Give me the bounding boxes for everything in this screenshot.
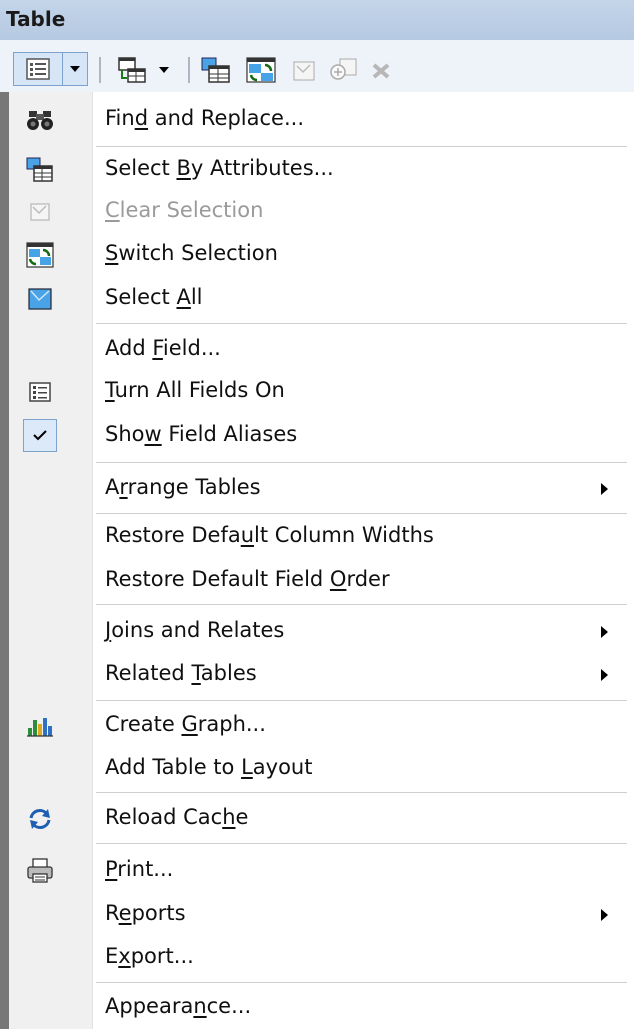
select-by-attributes-icon [25, 155, 55, 185]
submenu-arrow-icon [601, 483, 608, 495]
submenu-arrow-icon [601, 669, 608, 681]
select-by-attributes-icon [200, 56, 232, 84]
menu-item-label: Add Table to Layout [105, 755, 313, 779]
menu-item-export[interactable]: Export... [9, 938, 626, 978]
menu-item-turn-all-fields-on[interactable]: Turn All Fields On [9, 372, 626, 412]
clear-selection-button[interactable] [289, 56, 319, 86]
menu-item-label: Find and Replace... [105, 106, 304, 130]
bar-chart-icon [25, 711, 55, 741]
menu-separator [96, 843, 627, 844]
table-window: Table Find and Replace... Select By Attr… [0, 0, 634, 1029]
table-options-dropdown-button[interactable] [62, 52, 88, 86]
zoom-to-selected-icon [328, 57, 358, 83]
toolbar-separator [188, 57, 190, 83]
menu-item-label: Restore Default Column Widths [105, 523, 434, 547]
menu-left-border [0, 92, 9, 1029]
menu-item-label: Arrange Tables [105, 475, 261, 499]
title-bar: Table [0, 0, 634, 40]
menu-item-label: Reports [105, 901, 186, 925]
menu-item-clear-selection[interactable]: Clear Selection [9, 192, 626, 232]
table-options-button[interactable] [13, 52, 63, 86]
menu-item-show-field-aliases[interactable]: Show Field Aliases [9, 416, 626, 456]
menu-item-joins-and-relates[interactable]: Joins and Relates [9, 612, 626, 652]
menu-item-related-tables[interactable]: Related Tables [9, 655, 626, 695]
menu-item-reports[interactable]: Reports [9, 895, 626, 935]
menu-item-appearance[interactable]: Appearance... [9, 988, 626, 1028]
menu-separator [96, 792, 627, 793]
menu-item-label: Print... [105, 857, 174, 881]
chevron-down-icon [69, 65, 81, 73]
delete-icon [370, 61, 392, 81]
fields-list-icon [25, 377, 55, 407]
menu-item-add-field[interactable]: Add Field... [9, 330, 626, 370]
switch-selection-icon [245, 56, 277, 84]
related-tables-icon [116, 56, 148, 84]
menu-item-arrange-tables[interactable]: Arrange Tables [9, 469, 626, 509]
menu-item-label: Restore Default Field Order [105, 567, 390, 591]
checkmark-icon [32, 426, 48, 445]
table-options-icon [26, 58, 50, 80]
menu-item-find-and-replace[interactable]: Find and Replace... [9, 100, 626, 140]
menu-item-label: Joins and Relates [105, 618, 285, 642]
menu-item-add-table-to-layout[interactable]: Add Table to Layout [9, 749, 626, 789]
menu-item-label: Select By Attributes... [105, 156, 334, 180]
menu-item-switch-selection[interactable]: Switch Selection [9, 235, 626, 275]
menu-item-select-all[interactable]: Select All [9, 279, 626, 319]
clear-selection-icon [25, 197, 55, 227]
menu-separator [96, 462, 627, 463]
switch-selection-button[interactable] [241, 54, 281, 86]
select-by-attributes-button[interactable] [196, 54, 236, 86]
reload-icon [25, 804, 55, 834]
menu-item-label: Switch Selection [105, 241, 278, 265]
related-tables-button[interactable] [112, 54, 152, 86]
clear-selection-icon [293, 61, 315, 81]
menu-item-reload-cache[interactable]: Reload Cache [9, 799, 626, 839]
submenu-arrow-icon [601, 909, 608, 921]
menu-separator [96, 982, 627, 983]
zoom-to-selected-button[interactable] [325, 55, 361, 85]
toolbar-separator [99, 57, 101, 83]
menu-item-label: Clear Selection [105, 198, 264, 222]
menu-item-label: Related Tables [105, 661, 257, 685]
menu-item-label: Turn All Fields On [105, 378, 285, 402]
menu-separator [96, 604, 627, 605]
menu-item-label: Reload Cache [105, 805, 249, 829]
menu-item-label: Add Field... [105, 336, 221, 360]
menu-item-print[interactable]: Print... [9, 851, 626, 891]
checked-indicator [23, 419, 57, 452]
menu-separator [96, 700, 627, 701]
menu-item-label: Export... [105, 944, 194, 968]
menu-separator [96, 323, 627, 324]
menu-item-restore-default-column-widths[interactable]: Restore Default Column Widths [9, 517, 626, 557]
select-all-icon [25, 284, 55, 314]
menu-item-label: Appearance... [105, 994, 252, 1018]
menu-separator [96, 146, 627, 147]
delete-selected-button[interactable] [366, 56, 396, 86]
menu-item-label: Create Graph... [105, 712, 266, 736]
menu-item-select-by-attributes[interactable]: Select By Attributes... [9, 150, 626, 190]
menu-item-label: Show Field Aliases [105, 422, 298, 446]
chevron-down-icon [158, 66, 170, 74]
menu-item-create-graph[interactable]: Create Graph... [9, 706, 626, 746]
switch-selection-icon [25, 240, 55, 270]
menu-item-restore-default-field-order[interactable]: Restore Default Field Order [9, 561, 626, 601]
menu-separator [96, 513, 627, 514]
menu-item-label: Select All [105, 285, 203, 309]
related-tables-dropdown-button[interactable] [154, 54, 174, 86]
printer-icon [25, 856, 55, 886]
window-title: Table [6, 7, 66, 31]
submenu-arrow-icon [601, 626, 608, 638]
binoculars-icon [25, 105, 55, 135]
